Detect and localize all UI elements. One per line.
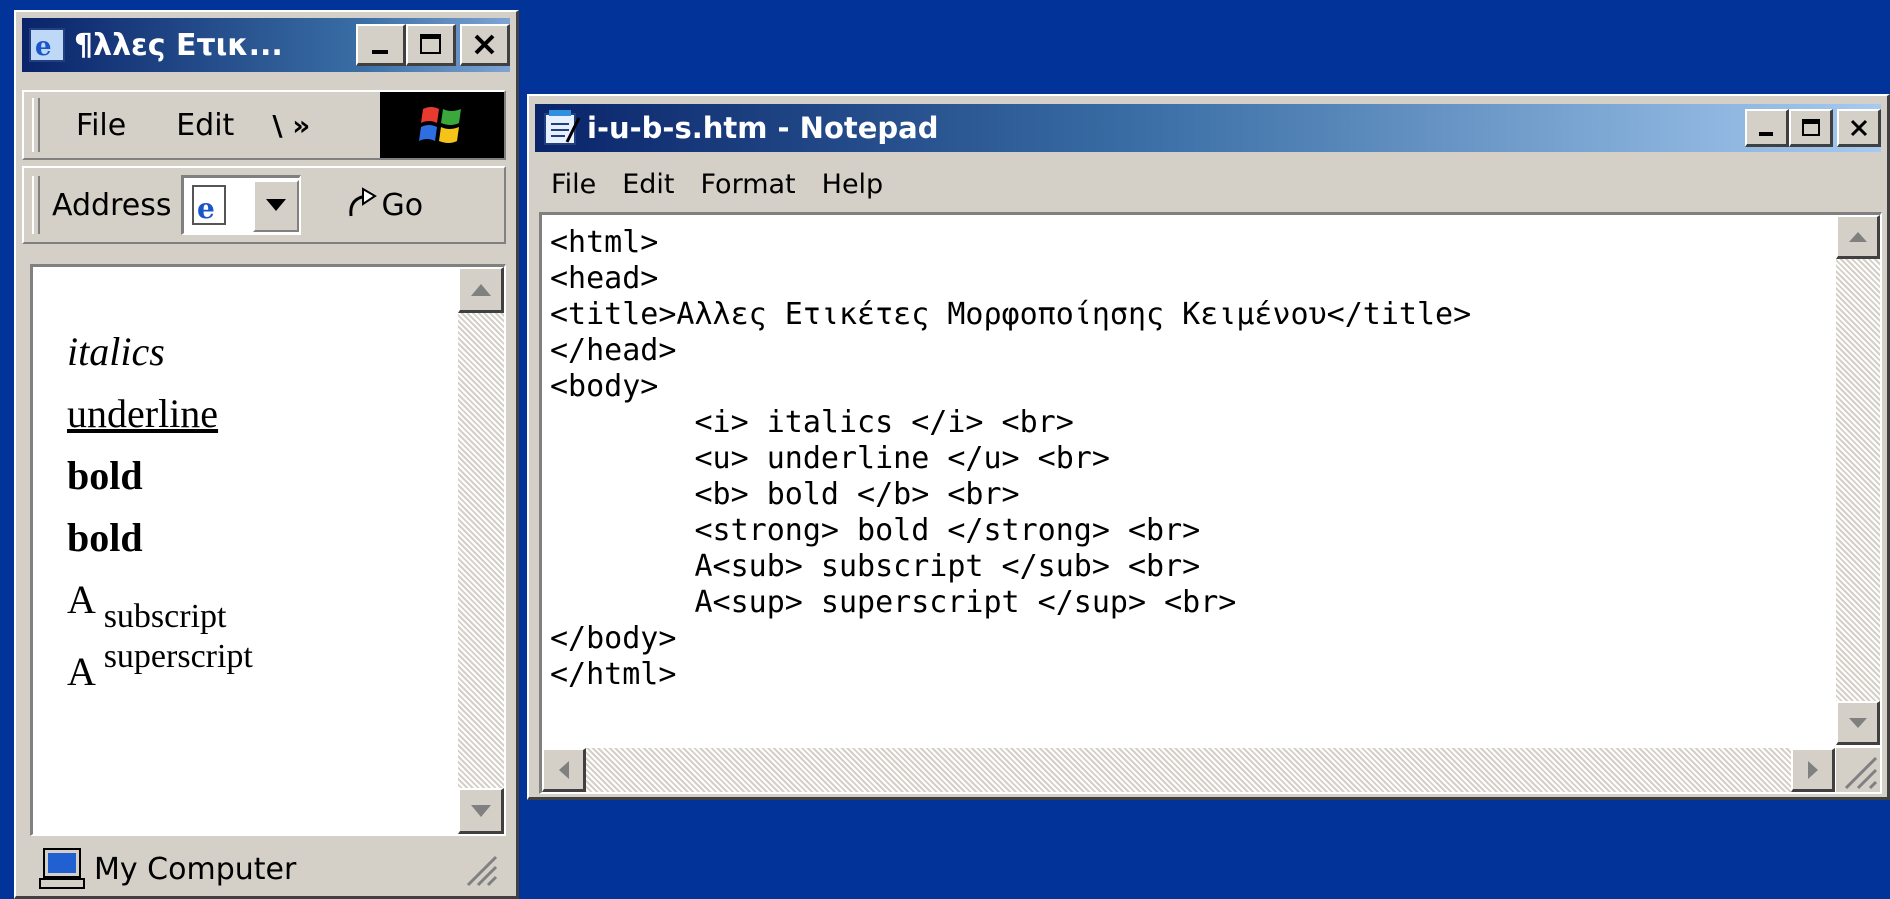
subscript-base: A bbox=[67, 577, 94, 622]
close-icon bbox=[474, 34, 494, 54]
menu-file[interactable]: File bbox=[76, 108, 126, 143]
subscript-line: A subscript bbox=[67, 569, 253, 635]
notepad-window-title: i-u-b-s.htm - Notepad bbox=[587, 111, 939, 145]
code-text[interactable]: <html> <head> <title>Αλλες Ετικέτες Μορφοπ… bbox=[542, 215, 1880, 693]
go-arrow-icon bbox=[349, 187, 378, 217]
resize-grip-icon[interactable] bbox=[460, 849, 500, 889]
address-label: Address bbox=[52, 187, 172, 223]
code-line[interactable]: <i> italics </i> <br> bbox=[550, 405, 1880, 441]
code-line[interactable]: </head> bbox=[550, 333, 1880, 369]
status-text: My Computer bbox=[94, 851, 297, 887]
windows-logo-icon bbox=[380, 92, 504, 158]
italics-text: italics bbox=[67, 329, 165, 374]
menu-file[interactable]: File bbox=[551, 169, 596, 200]
notepad-icon bbox=[541, 108, 581, 148]
notepad-title-bar[interactable]: i-u-b-s.htm - Notepad bbox=[535, 104, 1881, 152]
maximize-icon bbox=[1801, 118, 1820, 136]
arrow-down-icon bbox=[1848, 717, 1867, 728]
scroll-down-button[interactable] bbox=[458, 788, 504, 834]
superscript-line: A superscript bbox=[67, 631, 253, 694]
svg-text:e: e bbox=[197, 192, 215, 225]
minimize-icon bbox=[1758, 131, 1773, 136]
code-line[interactable]: A<sup> superscript </sup> <br> bbox=[550, 585, 1880, 621]
notepad-scroll-down-button[interactable] bbox=[1836, 701, 1880, 745]
underline-text: underline bbox=[67, 391, 219, 436]
ie-status-bar: My Computer bbox=[30, 844, 506, 894]
notepad-vertical-scrollbar[interactable] bbox=[1836, 215, 1880, 745]
code-line[interactable]: <u> underline </u> <br> bbox=[550, 441, 1880, 477]
close-button[interactable] bbox=[460, 24, 510, 66]
notepad-window: i-u-b-s.htm - Notepad File Edit Format H… bbox=[527, 94, 1890, 800]
ie-window-title: ¶λλες Ετικ... bbox=[74, 27, 283, 63]
ie-menu-bar: File Edit \ » bbox=[22, 90, 506, 160]
ie-content-area: italics underline bold bold A subscript … bbox=[30, 264, 506, 836]
code-line[interactable]: <head> bbox=[550, 261, 1880, 297]
subscript-text: subscript bbox=[103, 598, 227, 635]
code-line[interactable]: <html> bbox=[550, 225, 1880, 261]
notepad-editor[interactable]: <html> <head> <title>Αλλες Ετικέτες Μορφοπ… bbox=[539, 212, 1882, 794]
resize-grip-icon[interactable] bbox=[1836, 748, 1880, 792]
arrow-up-icon bbox=[470, 283, 491, 296]
code-line[interactable]: </body> bbox=[550, 621, 1880, 657]
ie-vertical-scrollbar[interactable] bbox=[458, 267, 504, 834]
toolbar-grip[interactable] bbox=[32, 98, 40, 152]
arrow-right-icon bbox=[1807, 760, 1818, 779]
arrow-up-icon bbox=[1848, 231, 1867, 242]
arrow-down-icon bbox=[470, 804, 491, 817]
go-button[interactable]: Go bbox=[343, 186, 423, 224]
code-line[interactable]: <strong> bold </strong> <br> bbox=[550, 513, 1880, 549]
go-label: Go bbox=[381, 187, 424, 223]
bold-text: bold bbox=[67, 453, 143, 498]
desktop: { "ie_window": { "title": "¶λλες Ετικ...… bbox=[0, 0, 1890, 899]
code-line[interactable]: <b> bold </b> <br> bbox=[550, 477, 1880, 513]
minimize-button[interactable] bbox=[356, 24, 406, 66]
rendered-page: italics underline bold bold A subscript … bbox=[67, 321, 253, 694]
page-icon: e bbox=[188, 184, 232, 228]
superscript-text: superscript bbox=[103, 638, 253, 675]
strong-text: bold bbox=[67, 515, 143, 560]
minimize-icon bbox=[371, 49, 388, 54]
notepad-horizontal-scrollbar[interactable] bbox=[542, 748, 1835, 792]
address-dropdown-button[interactable] bbox=[253, 179, 300, 232]
code-line[interactable]: A<sub> subscript </sub> <br> bbox=[550, 549, 1880, 585]
ie-address-bar: Address e Go bbox=[22, 166, 506, 244]
menu-help[interactable]: Help bbox=[822, 169, 884, 200]
notepad-maximize-button[interactable] bbox=[1789, 109, 1833, 147]
menu-overflow-chevron[interactable]: \ » bbox=[272, 109, 310, 142]
arrow-left-icon bbox=[558, 760, 569, 779]
scroll-up-button[interactable] bbox=[458, 267, 504, 313]
menu-format[interactable]: Format bbox=[700, 169, 795, 200]
code-line[interactable]: <title>Αλλες Ετικέτες Μορφοποίησης Κειμέ… bbox=[550, 297, 1880, 333]
menu-edit[interactable]: Edit bbox=[622, 169, 674, 200]
ie-icon: e bbox=[28, 25, 68, 65]
close-icon bbox=[1850, 119, 1867, 136]
notepad-minimize-button[interactable] bbox=[1745, 109, 1789, 147]
menu-edit[interactable]: Edit bbox=[176, 108, 234, 143]
notepad-scroll-up-button[interactable] bbox=[1836, 215, 1880, 259]
notepad-close-button[interactable] bbox=[1837, 109, 1881, 147]
address-input[interactable]: e bbox=[181, 175, 302, 235]
chevron-down-icon bbox=[266, 198, 287, 211]
toolbar-grip[interactable] bbox=[32, 176, 40, 234]
ie-title-bar[interactable]: e ¶λλες Ετικ... bbox=[22, 18, 510, 72]
code-line[interactable]: <body> bbox=[550, 369, 1880, 405]
svg-text:e: e bbox=[35, 32, 52, 62]
computer-icon bbox=[38, 847, 86, 891]
superscript-base: A bbox=[67, 649, 94, 694]
maximize-button[interactable] bbox=[406, 24, 456, 66]
notepad-menu-bar: File Edit Format Help bbox=[551, 162, 909, 206]
notepad-scroll-right-button[interactable] bbox=[1791, 748, 1835, 792]
code-line[interactable]: </html> bbox=[550, 657, 1880, 693]
maximize-icon bbox=[419, 33, 441, 54]
ie-window: e ¶λλες Ετικ... File Edit \ » Address e … bbox=[14, 10, 519, 899]
notepad-scroll-left-button[interactable] bbox=[542, 748, 586, 792]
